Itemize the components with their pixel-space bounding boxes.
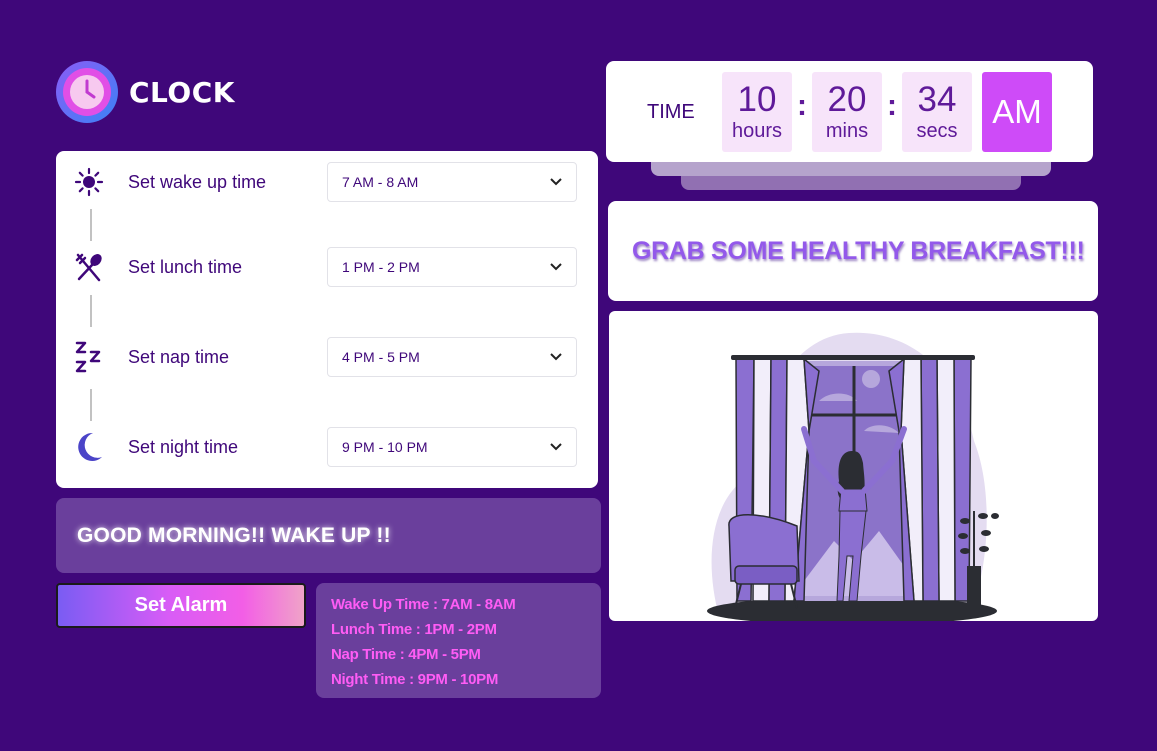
night-time-select[interactable]: 9 PM - 10 PM [327, 427, 577, 467]
time-label: TIME [647, 101, 695, 123]
hours-value: 10 [737, 80, 777, 119]
summary-item: Wake Up Time : 7AM - 8AM [331, 596, 516, 613]
summary-item: Nap Time : 4PM - 5PM [331, 646, 481, 663]
morning-illustration [707, 332, 999, 621]
mins-unit: mins [825, 120, 869, 142]
app-title: CLOCK [129, 75, 235, 109]
hours-box: 10 hours [722, 72, 792, 152]
select-value: 9 PM - 10 PM [342, 439, 428, 455]
illustration-card [609, 311, 1098, 621]
select-value: 4 PM - 5 PM [342, 349, 420, 365]
summary-item: Lunch Time : 1PM - 2PM [331, 621, 497, 638]
chevron-down-icon [550, 353, 562, 361]
mins-box: 20 mins [812, 72, 882, 152]
nap-time-select[interactable]: 4 PM - 5 PM [327, 337, 577, 377]
select-value: 7 AM - 8 AM [342, 174, 419, 190]
timeline-divider [90, 389, 92, 421]
select-value: 1 PM - 2 PM [342, 259, 420, 275]
zzz-icon [73, 341, 105, 373]
sun-icon [73, 166, 105, 198]
schedule-row-night: Set night time 9 PM - 10 PM [56, 427, 598, 467]
schedule-row-wake: Set wake up time 7 AM - 8 AM [56, 162, 598, 202]
secs-value: 34 [917, 80, 957, 119]
fork-spoon-icon [73, 251, 105, 283]
message-text: GRAB SOME HEALTHY BREAKFAST!!! [632, 236, 1085, 265]
app-logo: CLOCK [56, 61, 235, 123]
moon-icon [73, 431, 105, 463]
schedule-panel: Set wake up time 7 AM - 8 AM Set lunch t… [56, 151, 598, 488]
lunch-time-select[interactable]: 1 PM - 2 PM [327, 247, 577, 287]
chevron-down-icon [550, 178, 562, 186]
chevron-down-icon [550, 263, 562, 271]
wake-time-select[interactable]: 7 AM - 8 AM [327, 162, 577, 202]
schedule-summary: Wake Up Time : 7AM - 8AM Lunch Time : 1P… [316, 583, 601, 698]
chevron-down-icon [550, 443, 562, 451]
secs-unit: secs [916, 120, 958, 142]
schedule-label: Set night time [128, 436, 239, 457]
time-separator: : [797, 89, 807, 122]
greeting-text: GOOD MORNING!! WAKE UP !! [77, 523, 391, 547]
summary-item: Night Time : 9PM - 10PM [331, 671, 499, 688]
ampm-indicator: AM [982, 72, 1052, 152]
schedule-label: Set wake up time [128, 171, 267, 192]
secs-box: 34 secs [902, 72, 972, 152]
time-display: TIME 10 hours : 20 mins : 34 secs AM [606, 61, 1093, 162]
schedule-row-nap: Set nap time 4 PM - 5 PM [56, 337, 598, 377]
mins-value: 20 [827, 80, 867, 119]
timeline-divider [90, 295, 92, 327]
clock-icon [56, 61, 118, 123]
schedule-row-lunch: Set lunch time 1 PM - 2 PM [56, 247, 598, 287]
set-alarm-button[interactable]: Set Alarm [56, 583, 306, 628]
hours-unit: hours [731, 120, 783, 142]
schedule-label: Set nap time [128, 346, 230, 367]
message-card: GRAB SOME HEALTHY BREAKFAST!!! [608, 201, 1098, 301]
greeting-banner: GOOD MORNING!! WAKE UP !! [56, 498, 601, 573]
schedule-label: Set lunch time [128, 256, 243, 277]
timeline-divider [90, 209, 92, 241]
time-separator: : [887, 89, 897, 122]
